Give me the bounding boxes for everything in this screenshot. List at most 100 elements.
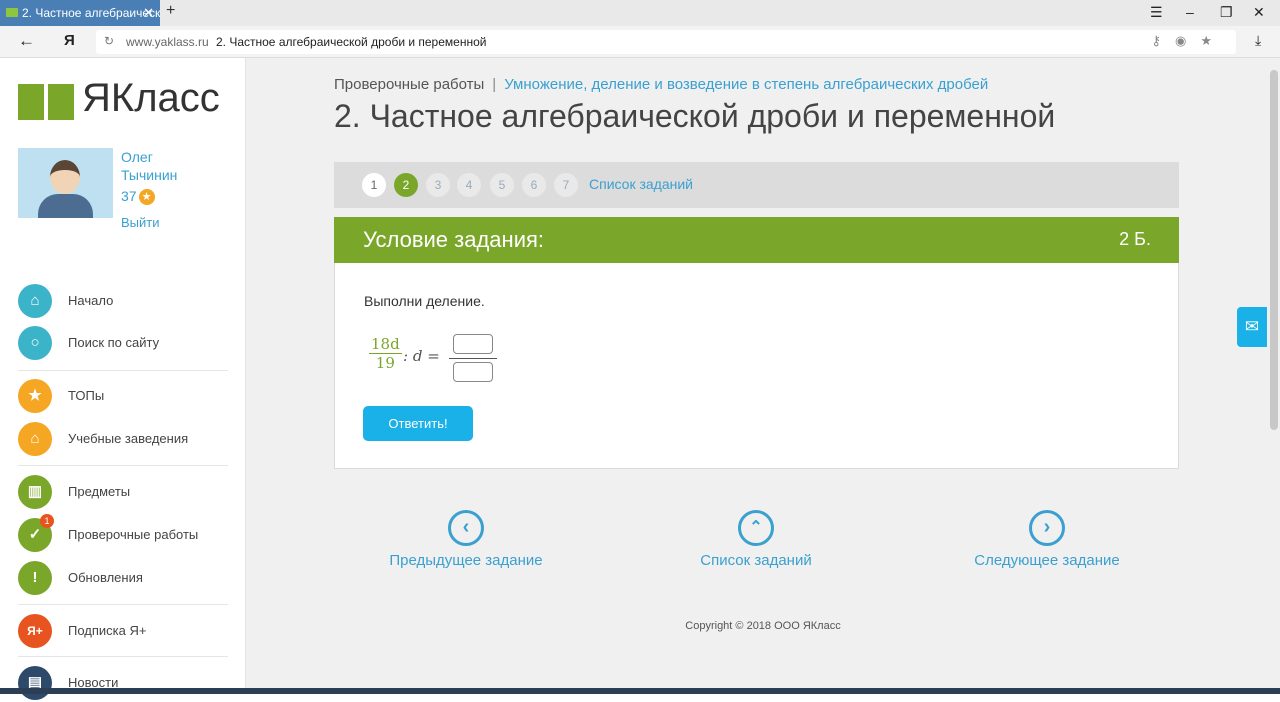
nav-label: Предметы [68,484,131,499]
menu-icon[interactable]: ☰ [1150,4,1163,21]
book-icon: ▥ [18,475,52,509]
nav-news[interactable]: ▤ Новости [18,666,228,702]
page-6[interactable]: 6 [522,173,546,197]
nav-label: ТОПы [68,388,105,403]
nav-institutions[interactable]: ⌂ Учебные заведения [18,422,228,458]
chevron-up-icon: ⌃ [738,510,774,546]
address-bar: ← Я ↻ www.yaklass.ru 2. Частное алгебраи… [0,26,1280,58]
minimize-icon[interactable]: – [1186,4,1194,20]
task-text: Выполни деление. [364,293,485,309]
breadcrumb: Проверочные работы | Умножение, деление и … [334,76,988,93]
nav-subscription[interactable]: Я+ Подписка Я+ [18,614,228,650]
new-tab-icon[interactable]: + [166,2,175,20]
search-icon: ○ [18,326,52,360]
download-icon[interactable]: ⤓ [1255,32,1261,49]
nav-subjects[interactable]: ▥ Предметы [18,475,228,511]
task-body: Выполни деление. 18d 19 : d = Ответить! [334,263,1179,469]
scrollbar[interactable] [1268,58,1280,694]
task-points: 2 Б. [1119,229,1151,249]
next-task-label: Следующее задание [974,552,1120,569]
exclamation-icon: ! [18,561,52,595]
nav-updates[interactable]: ! Обновления [18,561,228,597]
avatar[interactable] [18,148,113,218]
divider [18,656,228,657]
numerator-answer-input[interactable] [453,334,493,354]
user-name[interactable]: Олег Тычинин [121,148,177,184]
protect-icon[interactable]: ◉ [1175,33,1200,48]
nav-label: Подписка Я+ [68,623,147,638]
chevron-left-icon: ‹ [448,510,484,546]
breadcrumb-tests[interactable]: Проверочные работы [334,76,484,93]
task-list-link[interactable]: Список заданий [589,176,693,192]
nav-label: Обновления [68,570,143,585]
breadcrumb-topic[interactable]: Умножение, деление и возведение в степен… [504,76,988,93]
institution-icon: ⌂ [18,422,52,456]
divider [18,370,228,371]
divider [18,604,228,605]
prev-task-nav[interactable]: ‹ Предыдущее задание [366,510,566,569]
site-favicon-icon [6,8,18,17]
next-task-nav[interactable]: › Следующее задание [947,510,1147,569]
task-list-nav[interactable]: ⌃ Список заданий [656,510,856,569]
os-taskbar [0,688,1280,694]
denominator-answer-input[interactable] [453,362,493,382]
url-page-title: 2. Частное алгебраической дроби и переме… [216,35,487,49]
nav-search[interactable]: ○ Поиск по сайту [18,326,228,362]
task-header: Условие задания: 2 Б. [334,217,1179,263]
divider [18,465,228,466]
nav-label: Начало [68,293,114,308]
page-3[interactable]: 3 [426,173,450,197]
bookmark-star-icon[interactable]: ★ [1200,33,1226,48]
logout-link[interactable]: Выйти [121,215,160,230]
page-4[interactable]: 4 [457,173,481,197]
task-list-label: Список заданий [700,552,812,569]
address-actions: ⚷◉★ [1151,33,1226,49]
fraction-numerator: 18d [369,335,402,354]
main-content: Проверочные работы | Умножение, деление и … [246,58,1280,694]
yandex-icon[interactable]: Я [64,32,75,49]
sidebar: ЯКласс Олег Тычинин 37 ★ Выйти ⌂ Начало ○… [0,58,246,700]
scrollbar-thumb[interactable] [1270,70,1278,430]
nav-tests[interactable]: ✓ 1 Проверочные работы [18,514,228,554]
copyright: Copyright © 2018 ООО ЯКласс [685,620,841,632]
close-tab-icon[interactable]: ✕ [143,0,154,26]
browser-tab-bar: 2. Частное алгебраическ ✕ + ☰ – ❐ ✕ [0,0,1280,26]
logo-text: ЯКласс [82,76,220,120]
user-first-name: Олег [121,149,153,165]
yaplus-icon: Я+ [18,614,52,648]
chevron-right-icon: › [1029,510,1065,546]
breadcrumb-separator: | [492,76,497,93]
restore-icon[interactable]: ❐ [1220,4,1233,21]
star-icon: ★ [18,379,52,413]
nav-home[interactable]: ⌂ Начало [18,284,228,320]
user-last-name: Тычинин [121,167,178,183]
nav-label: Поиск по сайту [68,335,160,350]
reload-icon[interactable]: ↻ [104,34,114,48]
back-arrow-icon[interactable]: ← [18,31,35,51]
points-value: 37 [121,188,137,204]
nav-label: Проверочные работы [68,527,199,542]
division-operator: : d = [403,347,440,365]
book-logo-icon [18,84,74,120]
key-icon[interactable]: ⚷ [1151,33,1175,48]
star-icon: ★ [138,189,155,205]
prev-task-label: Предыдущее задание [389,552,543,569]
page-1[interactable]: 1 [362,173,386,197]
tab-title: 2. Частное алгебраическ [22,6,160,20]
chat-icon: ▤ [18,666,52,700]
answer-button[interactable]: Ответить! [363,406,473,441]
url-host: www.yaklass.ru [126,35,209,49]
feedback-mail-icon[interactable]: ✉ [1237,307,1267,347]
page-5[interactable]: 5 [490,173,514,197]
nav-tops[interactable]: ★ ТОПы [18,379,228,415]
given-fraction: 18d 19 [369,335,402,372]
close-window-icon[interactable]: ✕ [1253,4,1265,21]
url-field[interactable]: ↻ www.yaklass.ru 2. Частное алгебраическ… [96,30,1236,54]
task-pager: 1 2 3 4 5 6 7 Список заданий [334,162,1179,208]
page-2[interactable]: 2 [394,173,418,197]
task-header-title: Условие задания: [363,227,545,252]
browser-tab[interactable]: 2. Частное алгебраическ ✕ [0,0,160,26]
fraction-denominator: 19 [375,354,395,372]
page-7[interactable]: 7 [554,173,578,197]
page-title: 2. Частное алгебраической дроби и переме… [334,98,1056,134]
